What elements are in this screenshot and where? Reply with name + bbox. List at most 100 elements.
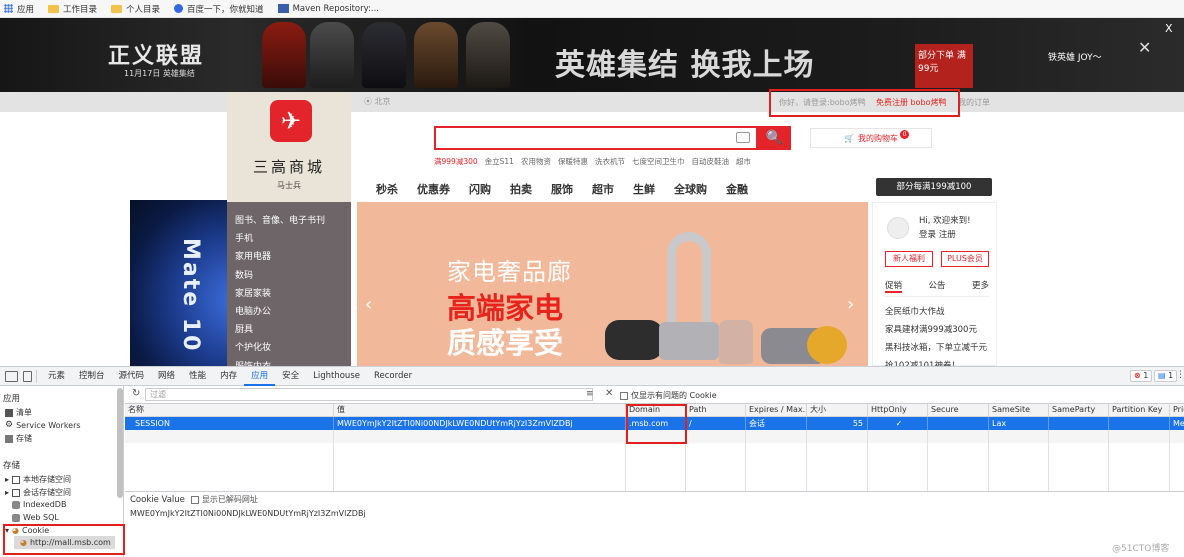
news-item[interactable]: 黑科技冰箱，下单立减千元 — [885, 339, 987, 357]
sidebar-item-session-storage[interactable]: ▸ 会话存储空间 — [5, 487, 71, 498]
message-count-badge[interactable]: ▤ 1 — [1154, 370, 1178, 382]
hotword[interactable]: 满999减300 — [434, 156, 478, 167]
tab-application[interactable]: 应用 — [244, 367, 276, 386]
main-nav-item[interactable]: 金融 — [726, 181, 748, 197]
news-item[interactable]: 家具建材满999减300元 — [885, 321, 987, 339]
cookie-size-cell[interactable]: 55 — [807, 417, 868, 430]
sidebar-item-local-storage[interactable]: ▸ 本地存储空间 — [5, 474, 71, 485]
category-item[interactable]: 厨具 — [227, 321, 351, 339]
column-header[interactable]: Expires / Max... — [746, 404, 807, 417]
column-header[interactable]: 大小 — [807, 404, 868, 417]
plus-member-button[interactable]: PLUS会员 — [941, 251, 989, 267]
column-header[interactable]: Partition Key — [1109, 404, 1170, 417]
tab-performance[interactable]: 性能 — [182, 367, 213, 386]
tab-console[interactable]: 控制台 — [72, 367, 112, 386]
cookie-name-cell[interactable]: SESSION — [125, 417, 334, 430]
top-banner-ad[interactable]: 正义联盟 11月17日 英雄集结 英雄集结 换我上场 部分下单 满99元 铁英雄… — [0, 18, 1184, 92]
column-header[interactable]: Path — [686, 404, 746, 417]
tab-notice[interactable]: 公告 — [928, 279, 945, 293]
tab-promo[interactable]: 促销 — [885, 279, 903, 293]
device-toggle-icon[interactable] — [23, 370, 32, 382]
main-nav-item[interactable]: 全球购 — [674, 181, 707, 197]
cookie-value-cell[interactable]: MWE0YmJkY2ItZTI0Ni00NDJkLWE0NDUtYmRjYzI3… — [334, 417, 626, 430]
column-header[interactable]: 名称 — [125, 404, 334, 417]
tab-lighthouse[interactable]: Lighthouse — [306, 367, 367, 386]
sidebar-item-storage[interactable]: 存储 — [5, 433, 32, 444]
main-nav-item[interactable]: 优惠券 — [417, 181, 450, 197]
cookie-expires-cell[interactable]: 会话 — [746, 417, 807, 430]
carousel[interactable]: 家电奢品廊 高端家电 质感享受 ‹ › — [357, 202, 868, 366]
location[interactable]: ⦿ 北京 — [364, 96, 391, 107]
cart-button[interactable]: 🛒 我的购物车 — [810, 128, 932, 148]
delete-all-icon[interactable]: ✕ — [605, 388, 613, 399]
column-header[interactable]: Secure — [928, 404, 989, 417]
hotword[interactable]: 超市 — [736, 156, 751, 167]
promo-strip[interactable]: 部分每满199减100 — [876, 178, 992, 196]
refresh-icon[interactable]: ↻ — [132, 388, 140, 399]
hotword[interactable]: 金立S11 — [485, 156, 514, 167]
user-login-links[interactable]: 登录 注册 — [919, 228, 956, 240]
cookie-partition-cell[interactable] — [1109, 417, 1170, 430]
clear-filtered-icon[interactable]: ≡ — [586, 389, 594, 399]
cookie-value-text[interactable]: MWE0YmJkY2ItZTI0Ni00NDJkLWE0NDUtYmRjYzI3… — [130, 509, 366, 518]
sidebar-scrollbar[interactable] — [117, 388, 123, 498]
hotword[interactable]: 保暖特惠 — [558, 156, 588, 167]
side-ad[interactable]: Mate 10 — [130, 200, 227, 366]
column-header[interactable]: 值 — [334, 404, 626, 417]
carousel-next-icon[interactable]: › — [847, 294, 854, 315]
category-item[interactable]: 家用电器 — [227, 248, 351, 266]
bookmark-maven[interactable]: Maven Repository:... — [277, 4, 379, 14]
bookmark-personal-folder[interactable]: 个人目录 — [111, 3, 160, 15]
cookie-priority-cell[interactable]: Me — [1170, 417, 1184, 430]
more-menu-icon[interactable]: ⋮ — [1176, 370, 1184, 380]
category-item[interactable]: 电脑办公 — [227, 303, 351, 321]
error-count-badge[interactable]: ⊗ 1 — [1130, 370, 1153, 382]
banner-close-icon[interactable]: ✕ — [1138, 38, 1151, 57]
column-header[interactable]: SameSite — [989, 404, 1049, 417]
sidebar-item-service-workers[interactable]: ⚙ Service Workers — [5, 420, 81, 430]
show-decoded-checkbox[interactable]: 显示已解码网址 — [190, 494, 258, 505]
carousel-prev-icon[interactable]: ‹ — [365, 294, 372, 315]
column-header[interactable]: HttpOnly — [868, 404, 928, 417]
banner-x-icon[interactable]: X — [1165, 22, 1173, 35]
bookmark-work-folder[interactable]: 工作目录 — [48, 3, 97, 15]
main-nav-item[interactable]: 超市 — [592, 181, 614, 197]
inspect-icon[interactable] — [5, 370, 18, 382]
tab-network[interactable]: 网络 — [151, 367, 182, 386]
cookie-samesite-cell[interactable]: Lax — [989, 417, 1049, 430]
tab-more[interactable]: 更多 — [972, 279, 989, 293]
filter-input[interactable]: 过滤 — [145, 388, 593, 401]
main-nav-item[interactable]: 拍卖 — [510, 181, 532, 197]
tab-security[interactable]: 安全 — [275, 367, 306, 386]
tab-recorder[interactable]: Recorder — [367, 367, 419, 386]
search-button[interactable]: 🔍 — [758, 126, 791, 150]
category-item[interactable]: 数码 — [227, 267, 351, 285]
sidebar-item-indexeddb[interactable]: IndexedDB — [12, 500, 66, 509]
cookie-httponly-cell[interactable]: ✓ — [868, 417, 928, 430]
hotword[interactable]: 农用物资 — [521, 156, 551, 167]
cookie-sameparty-cell[interactable] — [1049, 417, 1109, 430]
only-issues-checkbox[interactable]: 仅显示有问题的 Cookie — [620, 390, 717, 401]
hotword[interactable]: 自动皮鞋油 — [691, 156, 729, 167]
main-nav-item[interactable]: 闪购 — [469, 181, 491, 197]
tab-memory[interactable]: 内存 — [213, 367, 244, 386]
category-item[interactable]: 家居家装 — [227, 285, 351, 303]
main-nav-item[interactable]: 服饰 — [551, 181, 573, 197]
bookmark-baidu[interactable]: 百度一下，你就知道 — [174, 3, 264, 15]
orders-link[interactable]: 我的订单 — [958, 97, 990, 108]
column-header[interactable]: SameParty — [1049, 404, 1109, 417]
news-item[interactable]: 全民纸巾大作战 — [885, 303, 987, 321]
tab-sources[interactable]: 源代码 — [112, 367, 152, 386]
main-nav-item[interactable]: 生鲜 — [633, 181, 655, 197]
sidebar-item-websql[interactable]: Web SQL — [12, 513, 59, 522]
category-item[interactable]: 图书、音像、电子书刊 — [227, 212, 351, 230]
main-nav-item[interactable]: 秒杀 — [376, 181, 398, 197]
category-item[interactable]: 手机 — [227, 230, 351, 248]
hotword[interactable]: 洗衣机节 — [595, 156, 625, 167]
cookie-path-cell[interactable]: / — [686, 417, 746, 430]
tab-elements[interactable]: 元素 — [41, 367, 72, 386]
search-input[interactable] — [434, 126, 758, 150]
logo-area[interactable]: ✈ 三高商城 马士兵 — [227, 92, 351, 202]
sidebar-item-manifest[interactable]: 清单 — [5, 407, 32, 418]
hotword[interactable]: 七度空间卫生巾 — [632, 156, 685, 167]
